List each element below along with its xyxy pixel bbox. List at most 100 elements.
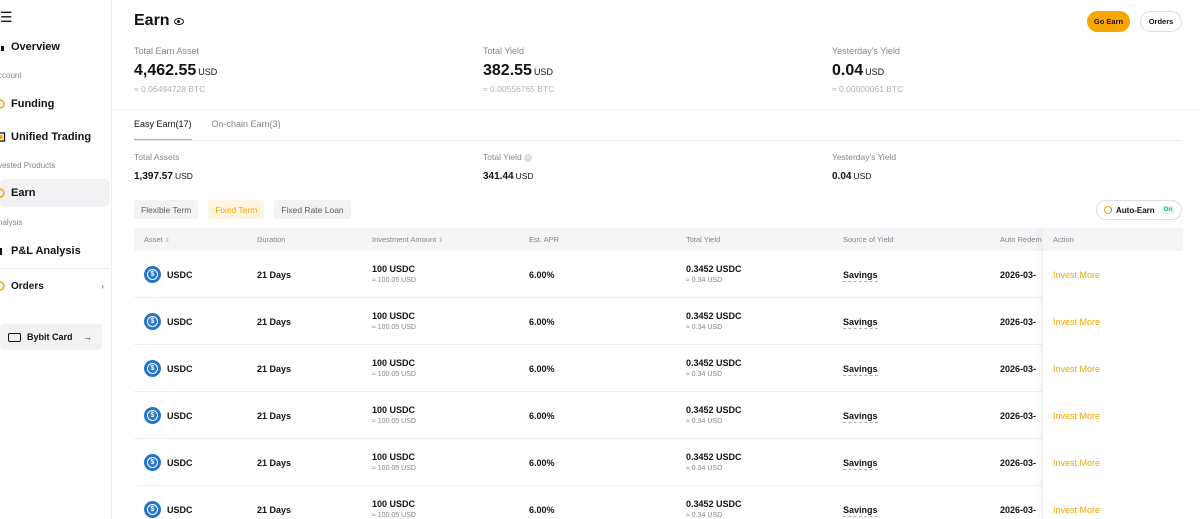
duration: 21 Days (257, 505, 292, 515)
invest-more-link[interactable]: Invest More (1053, 458, 1100, 468)
total-yield: 0.3452 USDC ≈ 0.34 USD (686, 499, 742, 519)
amount-value: 100 USDC (372, 452, 416, 462)
asset-name: USDC (167, 364, 193, 374)
stat-unit: USD (533, 67, 553, 77)
table-row: $ USDC 21 Days 100 USDC ≈ 100.05 USD 6.00% 0.3… (134, 251, 1182, 298)
sidebar-section-label: nalysis (0, 218, 23, 227)
stat-total-yield: Total Yield 382.55 USD ≈ 0.00556765 BTC (483, 46, 554, 94)
invest-more-link[interactable]: Invest More (1053, 364, 1100, 374)
yield-usd: ≈ 0.34 USD (686, 512, 723, 519)
yield-value: 0.3452 USDC (686, 499, 742, 509)
auto-redeem-date: 2026-03- (1000, 270, 1037, 280)
stat-value: 1,397.57 USD (134, 171, 193, 182)
stat-label: Yesterday's Yield (832, 46, 900, 56)
column-label: Investment Amount (372, 235, 437, 244)
auto-redeem-date: 2026-03- (1000, 411, 1037, 421)
sidebar-item-orders[interactable]: Orders › (0, 272, 110, 300)
source-of-yield: Savings (843, 270, 878, 282)
column-header-investment-amount[interactable]: Investment Amount ⇕ (372, 235, 443, 244)
sidebar-item-funding[interactable]: Funding (0, 90, 110, 118)
source-label: Savings (843, 505, 878, 517)
invest-more-link[interactable]: Invest More (1053, 411, 1100, 421)
column-header-asset[interactable]: Asset ⇕ (144, 235, 170, 244)
investment-amount: 100 USDC ≈ 100.05 USD (372, 452, 416, 472)
sidebar-item-pnl-analysis[interactable]: P&L Analysis (0, 237, 110, 265)
sidebar-item-overview[interactable]: Overview (0, 33, 110, 61)
yield-usd: ≈ 0.34 USD (686, 465, 723, 472)
duration: 21 Days (257, 364, 292, 374)
stat-value: 0.04 USD (832, 62, 903, 80)
overview-icon (1, 46, 4, 51)
table-row: $ USDC 21 Days 100 USDC ≈ 100.05 USD 6.00% 0.3… (134, 392, 1182, 439)
earn-icon (0, 188, 5, 198)
tab-on-chain-earn[interactable]: On-chain Earn(3) (212, 119, 281, 141)
eye-icon[interactable] (173, 17, 184, 25)
amount-value: 100 USDC (372, 311, 416, 321)
sidebar-item-earn[interactable]: Earn (0, 179, 110, 207)
filter-flexible-term[interactable]: Flexible Term (134, 200, 199, 219)
stat-label-text: Total Yield (483, 152, 522, 162)
stat-btc: ≈ 0.06494728 BTC (134, 84, 206, 94)
invest-more-link[interactable]: Invest More (1053, 270, 1100, 280)
column-label: Asset (144, 235, 163, 244)
stat-value: 0.04 USD (832, 171, 896, 182)
column-header-total-yield: Total Yield (686, 235, 721, 244)
column-header-duration: Duration (257, 235, 286, 244)
orders-icon (0, 281, 5, 291)
filter-fixed-term[interactable]: Fixed Term (208, 200, 265, 219)
amount-value: 100 USDC (372, 358, 416, 368)
auto-redeem-date: 2026-03- (1000, 458, 1037, 468)
investment-amount: 100 USDC ≈ 100.05 USD (372, 405, 416, 425)
filter-fixed-rate-loan[interactable]: Fixed Rate Loan (274, 200, 351, 219)
unified-trading-icon (0, 132, 6, 142)
sidebar-item-label: Earn (11, 187, 36, 199)
invest-more-link[interactable]: Invest More (1053, 505, 1100, 515)
go-earn-button[interactable]: Go Earn (1087, 11, 1130, 32)
est-apr: 6.00% (529, 505, 555, 515)
bybit-card-label: Bybit Card (27, 332, 73, 342)
funding-icon (0, 99, 5, 109)
stat-unit: USD (515, 171, 534, 181)
stat-value: 382.55 USD (483, 62, 554, 80)
table-row: $ USDC 21 Days 100 USDC ≈ 100.05 USD 6.00% 0.3… (134, 486, 1182, 519)
hamburger-icon[interactable]: ☰ (0, 10, 13, 24)
sidebar-item-unified-trading[interactable]: Unified Trading (0, 123, 110, 151)
est-apr: 6.00% (529, 411, 555, 421)
duration: 21 Days (257, 270, 292, 280)
stat-yesterdays-yield: Yesterday's Yield 0.04 USD ≈ 0.00000061 B… (832, 46, 903, 94)
est-apr: 6.00% (529, 317, 555, 327)
stat-label: Total Yield (483, 46, 525, 56)
action-column: Action Invest More Invest More Invest More… (1042, 228, 1183, 519)
chevron-right-icon[interactable]: › (524, 153, 533, 162)
sidebar: ☰ Overview ccount Funding Unified Tradin… (0, 0, 112, 519)
bybit-card-button[interactable]: Bybit Card → (0, 324, 102, 350)
duration: 21 Days (257, 317, 292, 327)
yield-value: 0.3452 USDC (686, 405, 742, 415)
stat-number: 1,397.57 (134, 171, 173, 182)
investment-amount: 100 USDC ≈ 100.05 USD (372, 499, 416, 519)
stat-label: Yesterday's Yield (832, 152, 897, 162)
auto-earn-toggle[interactable]: Auto-Earn On (1096, 200, 1182, 220)
tab-easy-earn[interactable]: Easy Earn(17) (134, 119, 192, 141)
est-apr: 6.00% (529, 270, 555, 280)
table-row: $ USDC 21 Days 100 USDC ≈ 100.05 USD 6.00% 0.3… (134, 298, 1182, 345)
orders-button[interactable]: Orders (1140, 11, 1182, 32)
amount-usd: ≈ 100.05 USD (372, 371, 416, 378)
asset-name: USDC (167, 411, 193, 421)
sidebar-section-label: vested Products (0, 161, 56, 170)
source-of-yield: Savings (843, 505, 878, 517)
total-yield: 0.3452 USDC ≈ 0.34 USD (686, 405, 742, 425)
yield-value: 0.3452 USDC (686, 311, 742, 321)
usdc-coin-icon: $ (144, 407, 161, 424)
source-label: Savings (843, 270, 878, 282)
page-title: Earn (134, 12, 184, 30)
stat-unit: USD (853, 171, 872, 181)
yield-usd: ≈ 0.34 USD (686, 418, 723, 425)
stat-value: 4,462.55 USD (134, 62, 217, 80)
stat-btc: ≈ 0.00000061 BTC (832, 84, 904, 94)
stat-value: 341.44 USD (483, 171, 534, 182)
stat-number: 0.04 (832, 171, 852, 182)
asset-name: USDC (167, 317, 193, 327)
source-label: Savings (843, 458, 878, 470)
invest-more-link[interactable]: Invest More (1053, 317, 1100, 327)
